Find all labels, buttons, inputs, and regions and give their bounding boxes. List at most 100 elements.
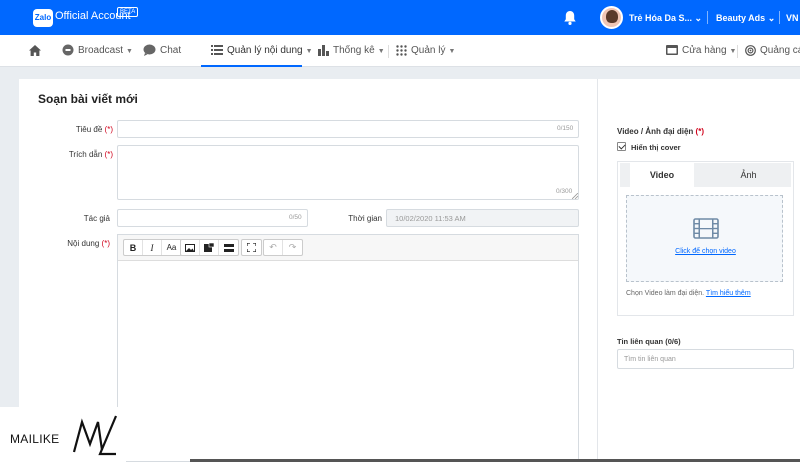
time-label: Thời gian (348, 214, 382, 223)
content-editor[interactable]: B I Aa ↶ ↷ (117, 234, 579, 462)
chevron-down-icon: ⌄ (767, 13, 776, 23)
video-upload-dropzone[interactable]: Click để chọn video (626, 195, 783, 282)
nav-chat[interactable]: Chat (143, 35, 181, 67)
caret-down-icon: ▼ (305, 48, 313, 55)
nav-home[interactable] (29, 35, 45, 67)
grid-icon (396, 45, 407, 56)
gallery-icon (204, 243, 214, 252)
required-mark: (*) (104, 125, 113, 134)
nav-statistics-label: Thống kê (333, 45, 375, 56)
divider-block-icon (223, 243, 234, 252)
language-selector[interactable]: VN (786, 13, 799, 23)
broadcast-icon (62, 44, 74, 56)
resize-handle-icon[interactable] (572, 193, 578, 199)
insert-gallery-button[interactable] (200, 240, 219, 255)
time-value: 10/02/2020 11:53 AM (395, 214, 466, 223)
format-group: B I Aa (123, 239, 182, 256)
show-cover-label: Hiển thị cover (631, 143, 681, 152)
undo-button[interactable]: ↶ (264, 240, 283, 255)
nav-store-label: Cửa hàng (682, 45, 727, 56)
store-icon (666, 45, 678, 56)
history-group: ↶ ↷ (263, 239, 303, 256)
tab-image[interactable]: Ảnh (706, 163, 791, 187)
divider (779, 11, 780, 24)
beta-badge: BETA (117, 7, 139, 17)
title-label-text: Tiêu đề (75, 125, 103, 134)
excerpt-label: Trích dẫn (*) (50, 150, 113, 159)
author-label: Tác giả (83, 214, 110, 223)
bold-button[interactable]: B (124, 240, 143, 255)
insert-image-button[interactable] (181, 240, 200, 255)
bar-chart-icon (318, 44, 329, 56)
main-nav: Broadcast ▼ Chat Quản lý nội dung ▼ Thống … (0, 35, 800, 67)
fullscreen-button[interactable] (242, 240, 261, 255)
tab-video[interactable]: Video (630, 163, 694, 187)
media-label-text: Video / Ảnh đại diện (617, 127, 694, 136)
excerpt-textarea[interactable] (117, 145, 579, 200)
film-icon (693, 218, 719, 239)
title-input[interactable] (117, 120, 579, 138)
excerpt-label-text: Trích dẫn (68, 150, 103, 159)
nav-chat-label: Chat (160, 45, 182, 56)
ads-menu[interactable]: Beauty Ads ⌄ (716, 13, 775, 24)
view-group (241, 239, 262, 256)
account-switcher[interactable]: Trẻ Hóa Da S... ⌄ (629, 13, 702, 24)
title-label: Tiêu đề (*) (60, 125, 113, 134)
insert-divider-button[interactable] (219, 240, 238, 255)
caret-down-icon: ▼ (377, 48, 385, 55)
redo-icon: ↷ (288, 242, 297, 252)
caret-down-icon: ▼ (126, 48, 133, 55)
content-label-text: Nội dung (67, 239, 100, 248)
redo-button[interactable]: ↷ (283, 240, 302, 255)
required-mark: (*) (104, 150, 113, 159)
italic-button[interactable]: I (143, 240, 162, 255)
author-counter: 0/50 (289, 214, 302, 221)
ads-label: Beauty Ads (716, 13, 766, 23)
nav-ads[interactable]: Quảng cáo (745, 35, 800, 67)
font-size-button[interactable]: Aa (162, 240, 181, 255)
nav-statistics[interactable]: Thống kê ▼ (318, 35, 385, 67)
related-search-input[interactable]: Tìm tin liên quan (617, 349, 794, 369)
page-title: Soạn bài viết mới (38, 92, 138, 106)
learn-more-link[interactable]: Tìm hiểu thêm (706, 290, 751, 297)
media-tabs: Video Ảnh (620, 163, 791, 187)
nav-ads-label: Quảng cáo (760, 45, 800, 56)
show-cover-checkbox[interactable] (617, 142, 626, 151)
editor-toolbar: B I Aa ↶ ↷ (118, 235, 578, 261)
fullscreen-icon (247, 243, 256, 252)
bell-icon[interactable] (563, 10, 577, 26)
nav-manage[interactable]: Quản lý ▼ (396, 35, 455, 67)
nav-broadcast[interactable]: Broadcast ▼ (62, 35, 133, 67)
undo-icon: ↶ (269, 242, 277, 252)
avatar[interactable] (600, 6, 623, 29)
media-hint-text: Chọn Video làm đại diện. (626, 290, 705, 297)
divider (707, 11, 708, 24)
author-input[interactable] (117, 209, 308, 227)
watermark-text: MAILIKE (10, 432, 60, 446)
choose-video-link[interactable]: Click để chọn video (627, 248, 784, 255)
chevron-down-icon: ⌄ (694, 13, 703, 23)
media-label: Video / Ảnh đại diện (*) (617, 127, 704, 136)
divider (388, 45, 389, 58)
top-bar: Zalo Official Account BETA Trẻ Hóa Da S.… (0, 0, 800, 35)
media-hint: Chọn Video làm đại diện. Tìm hiểu thêm (626, 290, 751, 297)
caret-down-icon: ▼ (729, 48, 737, 55)
excerpt-counter: 0/300 (556, 188, 573, 195)
list-icon (211, 45, 223, 56)
title-counter: 0/150 (557, 125, 574, 132)
chat-icon (143, 44, 156, 57)
zalo-logo[interactable]: Zalo (33, 9, 53, 27)
target-icon (745, 44, 756, 56)
media-group (180, 239, 239, 256)
nav-store[interactable]: Cửa hàng ▼ (666, 35, 736, 67)
divider (737, 45, 738, 58)
nav-broadcast-label: Broadcast (78, 45, 124, 56)
caret-down-icon: ▼ (448, 48, 456, 55)
account-name: Trẻ Hóa Da S... (629, 13, 693, 23)
image-icon (185, 243, 195, 252)
nav-manage-label: Quản lý (411, 45, 446, 56)
home-icon (29, 44, 41, 56)
mailike-logo-icon (72, 415, 118, 456)
required-mark: (*) (101, 239, 110, 248)
nav-content-management[interactable]: Quản lý nội dung ▼ (201, 35, 313, 67)
